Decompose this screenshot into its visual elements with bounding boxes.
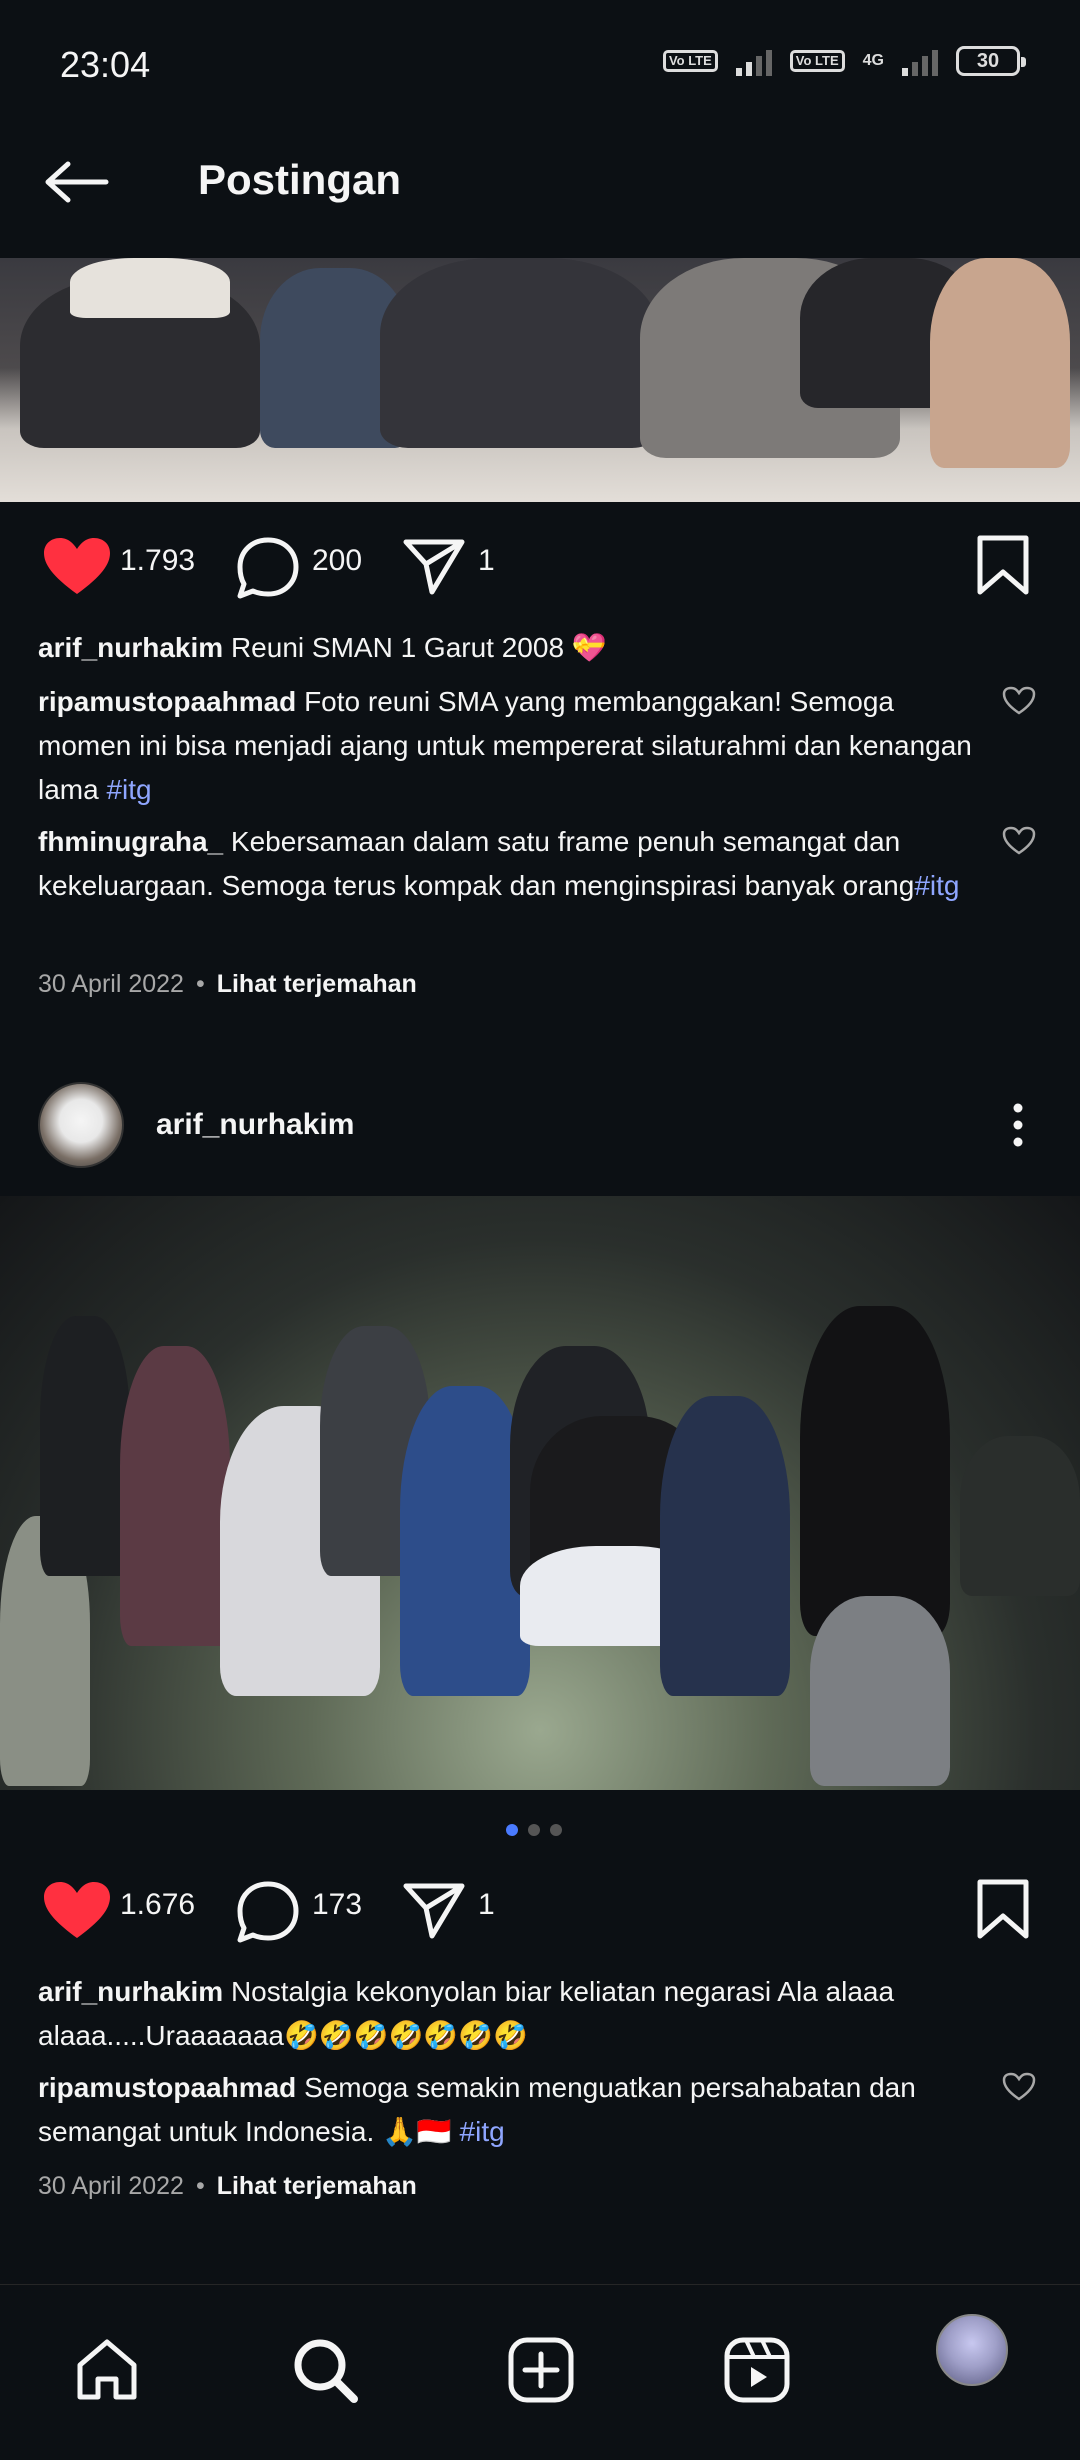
hashtag-link[interactable]: #itg — [460, 2116, 505, 2147]
post-caption: arif_nurhakim Reuni SMAN 1 Garut 2008 💝 — [38, 626, 978, 670]
post-date: 30 April 2022 — [38, 2172, 184, 2200]
paper-plane-icon[interactable] — [402, 536, 466, 596]
comment-username[interactable]: fhminugraha_ — [38, 826, 223, 857]
post-actions: 1.793 200 1 — [0, 524, 1080, 608]
back-button[interactable] — [44, 160, 110, 204]
carousel-dot — [528, 1824, 540, 1836]
volte-icon: Vo LTE — [662, 50, 718, 72]
comment-item: ripamustopaahmad Semoga semakin menguatk… — [38, 2066, 978, 2154]
bottom-navigation — [0, 2284, 1080, 2460]
reels-icon[interactable] — [722, 2335, 792, 2405]
page-title: Postingan — [198, 156, 402, 203]
heart-filled-icon[interactable] — [42, 536, 112, 598]
carousel-indicator — [506, 1824, 562, 1836]
caption-username[interactable]: arif_nurhakim — [38, 1976, 223, 2007]
profile-avatar[interactable] — [936, 2314, 1008, 2386]
heart-outline-icon[interactable] — [1002, 2072, 1036, 2102]
home-icon[interactable] — [72, 2335, 142, 2405]
caption-text: Reuni SMAN 1 Garut 2008 💝 — [230, 632, 607, 663]
heart-outline-icon[interactable] — [1002, 826, 1036, 856]
status-time: 23:04 — [60, 44, 151, 85]
status-bar: 23:04 Vo LTE Vo LTE 4G 30 — [0, 0, 1080, 130]
post-image[interactable] — [0, 1196, 1080, 1790]
like-count[interactable]: 1.793 — [120, 544, 195, 578]
paper-plane-icon[interactable] — [402, 1880, 466, 1940]
avatar[interactable] — [38, 1082, 124, 1168]
bookmark-icon[interactable] — [976, 534, 1030, 596]
post-meta: 30 April 2022 • Lihat terjemahan — [38, 2172, 417, 2201]
comment-item: ripamustopaahmad Foto reuni SMA yang mem… — [38, 680, 978, 812]
post-meta: 30 April 2022 • Lihat terjemahan — [38, 970, 417, 999]
search-icon[interactable] — [290, 2335, 360, 2405]
post-date: 30 April 2022 — [38, 970, 184, 998]
create-icon[interactable] — [506, 2335, 576, 2405]
comment-username[interactable]: ripamustopaahmad — [38, 2072, 296, 2103]
comment-bubble-icon[interactable] — [236, 536, 300, 600]
post-caption: arif_nurhakim Nostalgia kekonyolan biar … — [38, 1970, 978, 2058]
share-count[interactable]: 1 — [478, 544, 495, 578]
heart-filled-icon[interactable] — [42, 1880, 112, 1942]
hashtag-link[interactable]: #itg — [914, 870, 959, 901]
battery-icon: 30 — [956, 46, 1026, 76]
signal-icon — [902, 46, 938, 76]
comment-bubble-icon[interactable] — [236, 1880, 300, 1944]
like-count[interactable]: 1.676 — [120, 1888, 195, 1922]
carousel-dot — [550, 1824, 562, 1836]
arrow-left-icon — [45, 161, 109, 203]
post-image[interactable] — [0, 258, 1080, 502]
bookmark-icon[interactable] — [976, 1878, 1030, 1940]
volte-icon: Vo LTE — [789, 50, 845, 72]
signal-icon — [735, 46, 772, 76]
network-type: 4G — [862, 52, 884, 69]
post-username[interactable]: arif_nurhakim — [156, 1108, 354, 1142]
translate-link[interactable]: Lihat terjemahan — [217, 2172, 417, 2200]
comment-count[interactable]: 200 — [312, 544, 362, 578]
status-icons: Vo LTE Vo LTE 4G 30 — [662, 46, 1026, 76]
separator-dot: • — [195, 970, 205, 998]
carousel-dot-active — [506, 1824, 518, 1836]
separator-dot: • — [195, 2172, 205, 2200]
heart-outline-icon[interactable] — [1002, 686, 1036, 716]
comment-item: fhminugraha_ Kebersamaan dalam satu fram… — [38, 820, 978, 908]
share-count[interactable]: 1 — [478, 1888, 495, 1922]
hashtag-link[interactable]: #itg — [106, 774, 151, 805]
comment-count[interactable]: 173 — [312, 1888, 362, 1922]
post-actions: 1.676 173 1 — [0, 1868, 1080, 1952]
translate-link[interactable]: Lihat terjemahan — [217, 970, 417, 998]
comment-username[interactable]: ripamustopaahmad — [38, 686, 296, 717]
more-vertical-icon[interactable] — [1010, 1100, 1026, 1150]
caption-username[interactable]: arif_nurhakim — [38, 632, 223, 663]
